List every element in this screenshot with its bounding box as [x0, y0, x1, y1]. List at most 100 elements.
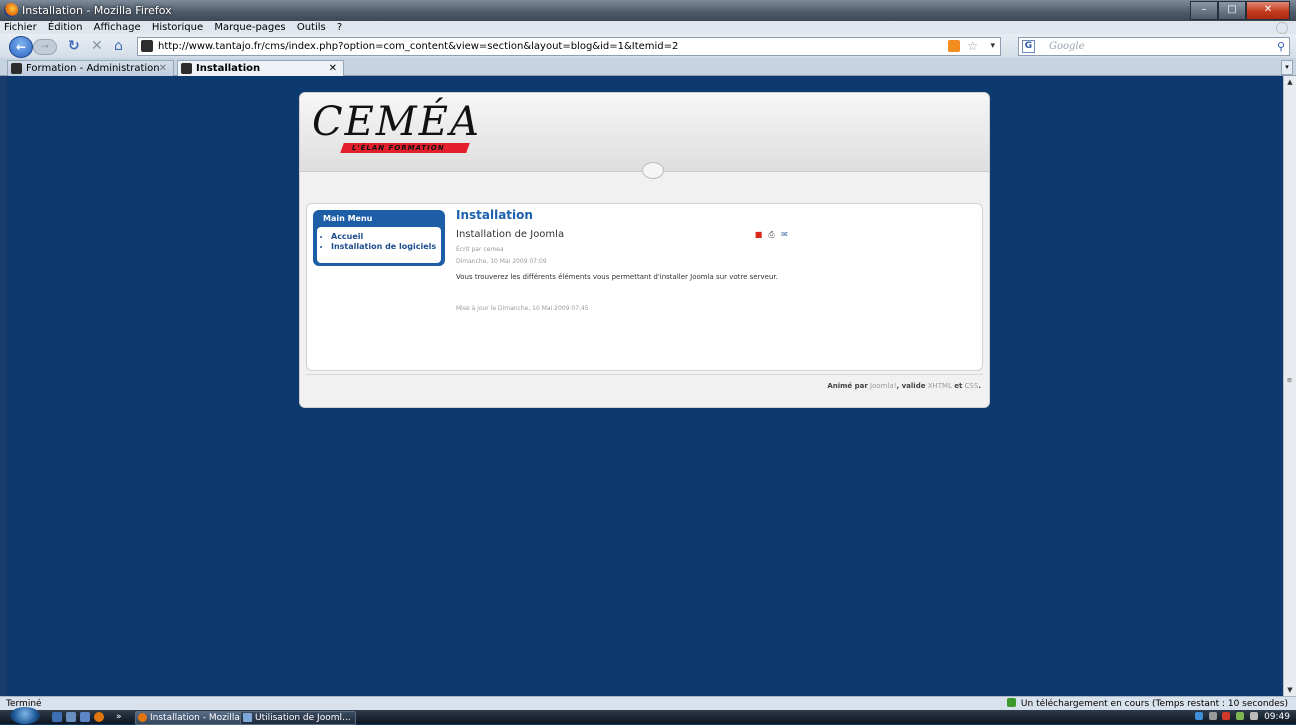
- tab-label: Installation: [196, 63, 261, 74]
- menu-bar: Fichier Édition Affichage Historique Mar…: [0, 21, 1296, 34]
- article-author: Écrit par cemea: [456, 246, 504, 253]
- menu-historique[interactable]: Historique: [152, 22, 203, 33]
- list-tabs-icon[interactable]: ▾: [1281, 60, 1293, 75]
- scrollbar-grip[interactable]: ≡: [1285, 376, 1294, 388]
- firefox-task-icon: [138, 713, 147, 722]
- main-menu-module: Main Menu Accueil Installation de logici…: [313, 210, 445, 266]
- footer-valid: , valide: [896, 382, 926, 390]
- navigation-toolbar: ← → ↻ ✕ ⌂ http://www.tantajo.fr/cms/inde…: [0, 34, 1296, 59]
- site-header: CEMÉA L'ÉLAN FORMATION: [300, 93, 989, 172]
- email-icon[interactable]: ✉: [780, 230, 789, 239]
- show-desktop-icon[interactable]: [52, 712, 62, 722]
- site-logo[interactable]: CEMÉA L'ÉLAN FORMATION: [312, 99, 522, 159]
- content-area: Main Menu Accueil Installation de logici…: [306, 203, 983, 371]
- home-icon[interactable]: ⌂: [114, 38, 123, 54]
- search-bar[interactable]: G Google ⚲: [1018, 37, 1290, 56]
- footer-and: et: [954, 382, 963, 390]
- site-container: CEMÉA L'ÉLAN FORMATION Main Menu Accueil…: [299, 92, 990, 408]
- tab-favicon-icon: [11, 63, 22, 74]
- start-button[interactable]: [10, 707, 40, 724]
- close-tab-icon[interactable]: ✕: [159, 61, 167, 76]
- tab-label: Formation - Administration: [26, 63, 160, 74]
- main-menu-body: Accueil Installation de logiciels: [317, 227, 441, 263]
- tab-formation-administration[interactable]: Formation - Administration ✕: [7, 60, 174, 76]
- firefox-quicklaunch-icon[interactable]: [94, 712, 104, 722]
- tray-security-icon[interactable]: [1222, 712, 1231, 720]
- status-bar: Terminé Un téléchargement en cours (Temp…: [0, 696, 1296, 711]
- xhtml-link[interactable]: XHTML: [928, 382, 952, 390]
- footer-divider: [306, 374, 983, 375]
- maximize-button[interactable]: □: [1218, 1, 1246, 20]
- search-placeholder: Google: [1049, 41, 1085, 52]
- clock[interactable]: 09:49: [1264, 712, 1290, 722]
- throbber-icon: [1276, 22, 1288, 34]
- site-footer: Animé par Joomla!, valide XHTML et CSS.: [827, 382, 981, 390]
- section-title: Installation: [456, 208, 533, 222]
- joomla-link[interactable]: Joomla!: [870, 382, 897, 390]
- reload-icon[interactable]: ↻: [68, 38, 80, 54]
- taskbar-firefox-button[interactable]: Installation - Mozilla...: [135, 711, 251, 725]
- menu-edition[interactable]: Édition: [48, 22, 83, 33]
- bookmark-star-icon[interactable]: ☆: [967, 38, 978, 55]
- taskbar-item-label: Installation - Mozilla...: [150, 713, 249, 723]
- main-menu-title: Main Menu: [323, 214, 373, 223]
- more-quicklaunch-icon[interactable]: »: [116, 712, 126, 722]
- back-button[interactable]: ←: [9, 36, 33, 58]
- site-favicon-icon: [141, 40, 153, 52]
- system-tray: 09:49: [1194, 710, 1290, 724]
- logo-tagline: L'ÉLAN FORMATION: [352, 144, 445, 152]
- taskbar-document-button[interactable]: Utilisation de Jooml...: [240, 711, 356, 725]
- switch-windows-icon[interactable]: [66, 712, 76, 722]
- url-text[interactable]: http://www.tantajo.fr/cms/index.php?opti…: [158, 38, 678, 55]
- tab-installation[interactable]: Installation ✕: [177, 60, 344, 76]
- tray-network-icon[interactable]: [1194, 712, 1203, 720]
- print-icon[interactable]: ⎙: [767, 230, 776, 239]
- menu-link-installation-logiciels[interactable]: Installation de logiciels: [331, 242, 441, 252]
- window-titlebar: Installation - Mozilla Firefox – □ ✕: [0, 0, 1296, 21]
- close-window-button[interactable]: ✕: [1246, 1, 1290, 20]
- main-menu-list: Accueil Installation de logiciels: [317, 227, 441, 252]
- menu-fichier[interactable]: Fichier: [4, 22, 37, 33]
- menu-link-accueil[interactable]: Accueil: [331, 232, 441, 242]
- css-link[interactable]: CSS: [965, 382, 979, 390]
- rss-feed-icon[interactable]: [948, 40, 960, 52]
- taskbar-item-label: Utilisation de Jooml...: [255, 713, 351, 723]
- quicklaunch-app-icon[interactable]: [80, 712, 90, 722]
- windows-taskbar: » Installation - Mozilla... Utilisation …: [0, 707, 1296, 725]
- firefox-icon: [4, 3, 18, 17]
- download-icon: [1006, 698, 1016, 707]
- close-tab-icon[interactable]: ✕: [329, 61, 337, 76]
- pdf-icon[interactable]: ■: [754, 230, 763, 239]
- download-status-text: Un téléchargement en cours (Temps restan…: [1020, 699, 1288, 709]
- search-icon[interactable]: ⚲: [1277, 38, 1285, 55]
- article-updated: Mise à jour le Dimanche, 10 Mai 2009 07:…: [456, 305, 589, 312]
- logo-text: CEMÉA: [312, 99, 481, 145]
- volume-icon[interactable]: [1250, 712, 1259, 720]
- menu-outils[interactable]: Outils: [297, 22, 326, 33]
- forward-button[interactable]: →: [33, 39, 57, 55]
- menu-affichage[interactable]: Affichage: [94, 22, 141, 33]
- minimize-button[interactable]: –: [1190, 1, 1218, 20]
- article-date: Dimanche, 10 Mai 2009 07:09: [456, 258, 547, 265]
- google-engine-icon[interactable]: G: [1022, 40, 1035, 53]
- document-task-icon: [243, 713, 252, 722]
- scroll-down-icon[interactable]: ▼: [1284, 684, 1296, 696]
- tray-connection-icon[interactable]: [1236, 712, 1245, 720]
- url-bar[interactable]: http://www.tantajo.fr/cms/index.php?opti…: [137, 37, 1001, 56]
- tab-favicon-icon: [181, 63, 192, 74]
- article-title: Installation de Joomla: [456, 229, 565, 240]
- article-body: Vous trouverez les différents éléments v…: [456, 273, 778, 281]
- stop-icon[interactable]: ✕: [91, 38, 103, 54]
- download-status[interactable]: Un téléchargement en cours (Temps restan…: [1006, 697, 1288, 711]
- scroll-up-icon[interactable]: ▲: [1284, 76, 1296, 88]
- tray-app-icon[interactable]: [1208, 712, 1217, 720]
- menu-help[interactable]: ?: [337, 22, 342, 33]
- footer-dot: .: [978, 382, 981, 390]
- footer-prefix: Animé par: [827, 382, 868, 390]
- url-dropdown-icon[interactable]: ▾: [990, 38, 995, 55]
- vertical-scrollbar[interactable]: ▲ ≡ ▼: [1283, 76, 1296, 696]
- window-title: Installation - Mozilla Firefox: [22, 4, 172, 17]
- header-ornament: [642, 162, 664, 179]
- window-controls: – □ ✕: [1190, 1, 1290, 20]
- menu-marque-pages[interactable]: Marque-pages: [214, 22, 285, 33]
